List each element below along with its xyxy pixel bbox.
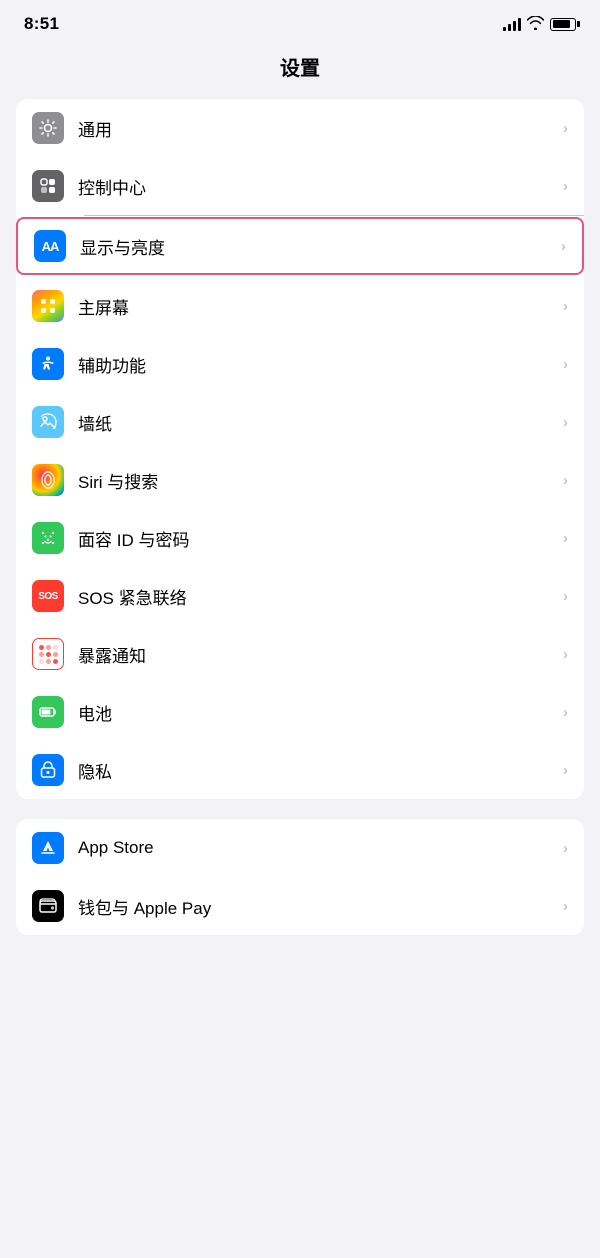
accessibility-label: 辅助功能	[78, 352, 555, 377]
app-store-label: App Store	[78, 838, 555, 858]
status-bar: 8:51	[0, 0, 600, 42]
accessibility-chevron: ›	[563, 356, 568, 373]
settings-item-accessibility[interactable]: 辅助功能 ›	[16, 335, 584, 393]
general-icon	[32, 112, 64, 144]
accessibility-icon	[32, 348, 64, 380]
exposure-chevron: ›	[563, 646, 568, 663]
settings-item-app-store[interactable]: App Store ›	[16, 819, 584, 877]
settings-item-general[interactable]: 通用 ›	[16, 99, 584, 157]
wallet-chevron: ›	[563, 898, 568, 915]
face-id-label: 面容 ID 与密码	[78, 526, 555, 551]
display-label: 显示与亮度	[80, 234, 553, 259]
app-store-chevron: ›	[563, 840, 568, 857]
face-id-icon	[32, 522, 64, 554]
status-time: 8:51	[24, 14, 59, 34]
siri-icon	[32, 464, 64, 496]
app-store-icon	[32, 832, 64, 864]
display-icon: AA	[34, 230, 66, 262]
control-center-icon	[32, 170, 64, 202]
wallpaper-label: 墙纸	[78, 410, 555, 435]
battery-chevron: ›	[563, 704, 568, 721]
settings-item-battery[interactable]: 电池 ›	[16, 683, 584, 741]
wifi-icon	[527, 16, 544, 33]
settings-item-display[interactable]: AA 显示与亮度 ›	[16, 217, 584, 275]
settings-item-exposure[interactable]: 暴露通知 ›	[16, 625, 584, 683]
home-screen-icon	[32, 290, 64, 322]
siri-label: Siri 与搜索	[78, 468, 555, 493]
home-screen-label: 主屏幕	[78, 294, 555, 319]
privacy-chevron: ›	[563, 762, 568, 779]
exposure-icon	[32, 638, 64, 670]
signal-icon	[503, 17, 521, 31]
settings-item-home-screen[interactable]: 主屏幕 ›	[16, 277, 584, 335]
wallpaper-chevron: ›	[563, 414, 568, 431]
settings-item-privacy[interactable]: 隐私 ›	[16, 741, 584, 799]
wallpaper-icon	[32, 406, 64, 438]
sos-chevron: ›	[563, 588, 568, 605]
settings-item-wallpaper[interactable]: 墙纸 ›	[16, 393, 584, 451]
settings-item-control-center[interactable]: 控制中心 ›	[16, 157, 584, 215]
store-settings-section: App Store › 钱包与 Apple Pay ›	[16, 819, 584, 935]
general-settings-section: 通用 › 控制中心 › AA 显示与亮度 ›	[16, 99, 584, 799]
settings-item-sos[interactable]: SOS SOS 紧急联络 ›	[16, 567, 584, 625]
general-chevron: ›	[563, 120, 568, 137]
wallet-icon	[32, 890, 64, 922]
status-icons	[503, 16, 576, 33]
page-title: 设置	[0, 42, 600, 99]
sos-label: SOS 紧急联络	[78, 584, 555, 609]
battery-status-icon	[550, 18, 576, 31]
control-center-chevron: ›	[563, 178, 568, 195]
wallet-label: 钱包与 Apple Pay	[78, 894, 555, 919]
privacy-icon	[32, 754, 64, 786]
siri-chevron: ›	[563, 472, 568, 489]
general-label: 通用	[78, 116, 555, 141]
privacy-label: 隐私	[78, 758, 555, 783]
settings-item-wallet[interactable]: 钱包与 Apple Pay ›	[16, 877, 584, 935]
face-id-chevron: ›	[563, 530, 568, 547]
settings-item-face-id[interactable]: 面容 ID 与密码 ›	[16, 509, 584, 567]
exposure-label: 暴露通知	[78, 642, 555, 667]
control-center-label: 控制中心	[78, 174, 555, 199]
display-chevron: ›	[561, 238, 566, 255]
battery-icon	[32, 696, 64, 728]
battery-label: 电池	[78, 700, 555, 725]
sos-icon: SOS	[32, 580, 64, 612]
settings-item-siri[interactable]: Siri 与搜索 ›	[16, 451, 584, 509]
home-screen-chevron: ›	[563, 298, 568, 315]
